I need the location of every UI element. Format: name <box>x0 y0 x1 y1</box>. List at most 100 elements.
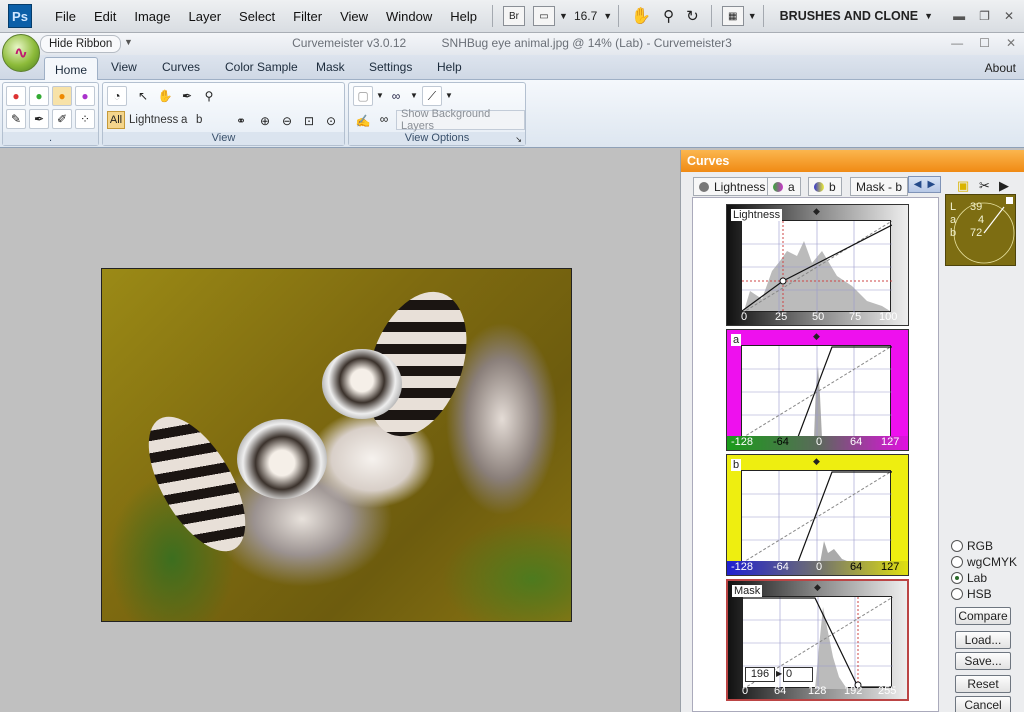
menu-image[interactable]: Image <box>125 9 179 24</box>
rotate-view-icon[interactable]: ↻ <box>686 7 699 25</box>
arrow-left-icon[interactable]: ◀ <box>914 179 922 190</box>
magnifier-icon[interactable]: ⚲ <box>199 86 219 106</box>
hsb-channels-icon[interactable]: ● <box>75 86 95 106</box>
a-curve-graph[interactable]: ◆ a -128 -64 0 64 127 <box>726 329 909 451</box>
tab-view[interactable]: View <box>111 60 137 74</box>
tab-home[interactable]: Home <box>44 57 99 81</box>
tab-scroll-buttons[interactable]: ◀ ▶ <box>908 176 941 193</box>
tab-curves[interactable]: Curves <box>162 60 200 74</box>
maximize-icon[interactable]: ☐ <box>979 36 990 50</box>
menu-file[interactable]: File <box>46 9 85 24</box>
fit-window-icon[interactable]: ⊡ <box>299 111 319 131</box>
view-goggles-icon[interactable]: ∞ <box>386 86 406 106</box>
reset-button[interactable]: Reset <box>955 675 1011 693</box>
mask-curve-graph[interactable]: ◆ 196 ▶ 0 Mask 0 64 128 192 255 <box>726 579 909 701</box>
play-icon[interactable]: ▶ <box>999 178 1009 194</box>
eyedropper-plus-icon[interactable]: ✐ <box>52 109 72 129</box>
lightness-curve-graph[interactable]: ◆ Lightness 0 25 50 75 100 <box>726 204 909 326</box>
pencil-icon[interactable]: ✎ <box>6 109 26 129</box>
curve-grid[interactable]: 196 ▶ 0 <box>742 596 893 689</box>
chevron-down-icon[interactable]: ▼ <box>445 91 453 100</box>
tab-mask[interactable]: Mask <box>316 60 345 74</box>
menu-help[interactable]: Help <box>441 9 486 24</box>
tab-color-sample[interactable]: Color Sample <box>225 60 298 74</box>
restore-icon[interactable]: ❐ <box>979 9 990 23</box>
wrench-icon[interactable]: ✂ <box>979 178 990 194</box>
tab-b[interactable]: b <box>808 177 842 196</box>
b-channel-button[interactable]: b <box>196 114 202 126</box>
menu-window[interactable]: Window <box>377 9 441 24</box>
output-value-field[interactable]: 0 <box>783 667 813 682</box>
minimize-icon[interactable]: ▬ <box>953 9 965 23</box>
cancel-button[interactable]: Cancel <box>955 696 1011 712</box>
workspace-switcher[interactable]: BRUSHES AND CLONE <box>780 9 918 23</box>
folder-icon[interactable]: ▣ <box>957 178 969 194</box>
arrow-select-icon[interactable]: ↖ <box>133 86 153 106</box>
mode-wgcmyk-radio[interactable]: wgCMYK <box>951 555 1017 569</box>
compare-button[interactable]: Compare <box>955 607 1011 625</box>
tab-mask-b[interactable]: Mask - b <box>850 177 909 196</box>
chevron-down-icon[interactable]: ▼ <box>924 11 933 21</box>
input-value-field[interactable]: 196 <box>745 667 775 682</box>
actual-pixels-icon[interactable]: ⊙ <box>321 111 341 131</box>
bridge-button[interactable]: Br <box>503 6 526 26</box>
chevron-down-icon[interactable]: ▼ <box>410 91 418 100</box>
load-button[interactable]: Load... <box>955 631 1011 649</box>
mode-lab-radio[interactable]: Lab <box>951 571 987 585</box>
position-marker-icon[interactable]: ◆ <box>813 331 820 342</box>
mode-rgb-radio[interactable]: RGB <box>951 539 993 553</box>
menu-view[interactable]: View <box>331 9 377 24</box>
pin-icon[interactable]: ✍ <box>353 111 373 131</box>
curve-grid[interactable] <box>741 220 892 313</box>
zoom-out-icon[interactable]: ⊖ <box>277 111 297 131</box>
position-marker-icon[interactable]: ◆ <box>813 206 820 217</box>
dialog-launcher-icon[interactable]: ↘ <box>515 135 522 144</box>
chevron-down-icon[interactable]: ▼ <box>559 11 568 21</box>
b-curve-graph[interactable]: ◆ b -128 -64 0 64 127 <box>726 454 909 576</box>
save-button[interactable]: Save... <box>955 652 1011 670</box>
chevron-down-icon[interactable]: ▼ <box>748 11 757 21</box>
position-marker-icon[interactable]: ◆ <box>813 456 820 467</box>
hand-icon[interactable]: ✋ <box>155 86 175 106</box>
rgb-channels-icon[interactable]: ● <box>6 86 26 106</box>
magic-wand-icon[interactable]: ⁘ <box>75 109 95 129</box>
close-icon[interactable]: ✕ <box>1006 36 1016 50</box>
all-channels-button[interactable]: All <box>107 111 125 129</box>
curve-display-icon[interactable]: ◔ <box>107 86 127 106</box>
zoom-in-icon[interactable]: ⊕ <box>255 111 275 131</box>
tab-help[interactable]: Help <box>437 60 462 74</box>
zoom-icon[interactable]: ⚲ <box>663 7 674 25</box>
zoom-level[interactable]: 16.7 <box>574 9 597 23</box>
graph-display-icon[interactable]: ⟋ <box>422 86 442 106</box>
arrange-documents-icon[interactable]: ▦ <box>721 6 744 26</box>
show-background-layers-button[interactable]: Show Background Layers <box>396 108 525 132</box>
tab-settings[interactable]: Settings <box>369 60 412 74</box>
about-link[interactable]: About <box>985 61 1016 75</box>
tab-lightness[interactable]: Lightness <box>693 177 772 196</box>
menu-filter[interactable]: Filter <box>284 9 331 24</box>
eyedropper-icon[interactable]: ✒ <box>29 109 49 129</box>
arrow-right-icon[interactable]: ▶ <box>928 179 936 190</box>
chevron-down-icon[interactable]: ▼ <box>603 11 612 21</box>
minimize-icon[interactable]: — <box>951 36 963 50</box>
frame-icon[interactable]: ▭ <box>533 6 556 26</box>
curve-grid[interactable] <box>741 345 892 438</box>
goggles-icon[interactable]: ∞ <box>374 109 394 129</box>
tab-a[interactable]: a <box>767 177 801 196</box>
a-channel-button[interactable]: a <box>181 114 187 126</box>
layer-thumbnail-icon[interactable]: ▢ <box>353 86 373 106</box>
lab-channels-icon[interactable]: ● <box>52 86 72 106</box>
link-icon[interactable]: ⚭ <box>231 111 251 131</box>
chevron-down-icon[interactable]: ▼ <box>376 91 384 100</box>
hand-icon[interactable]: ✋ <box>631 6 651 26</box>
menu-layer[interactable]: Layer <box>180 9 231 24</box>
menu-select[interactable]: Select <box>230 9 284 24</box>
cmyk-channels-icon[interactable]: ● <box>29 86 49 106</box>
menu-edit[interactable]: Edit <box>85 9 125 24</box>
position-marker-icon[interactable]: ◆ <box>814 582 821 593</box>
close-icon[interactable]: ✕ <box>1004 9 1014 23</box>
application-orb-icon[interactable]: ∿ <box>2 34 40 72</box>
mode-hsb-radio[interactable]: HSB <box>951 587 992 601</box>
curve-grid[interactable] <box>741 470 892 563</box>
eyedropper-icon[interactable]: ✒ <box>177 86 197 106</box>
